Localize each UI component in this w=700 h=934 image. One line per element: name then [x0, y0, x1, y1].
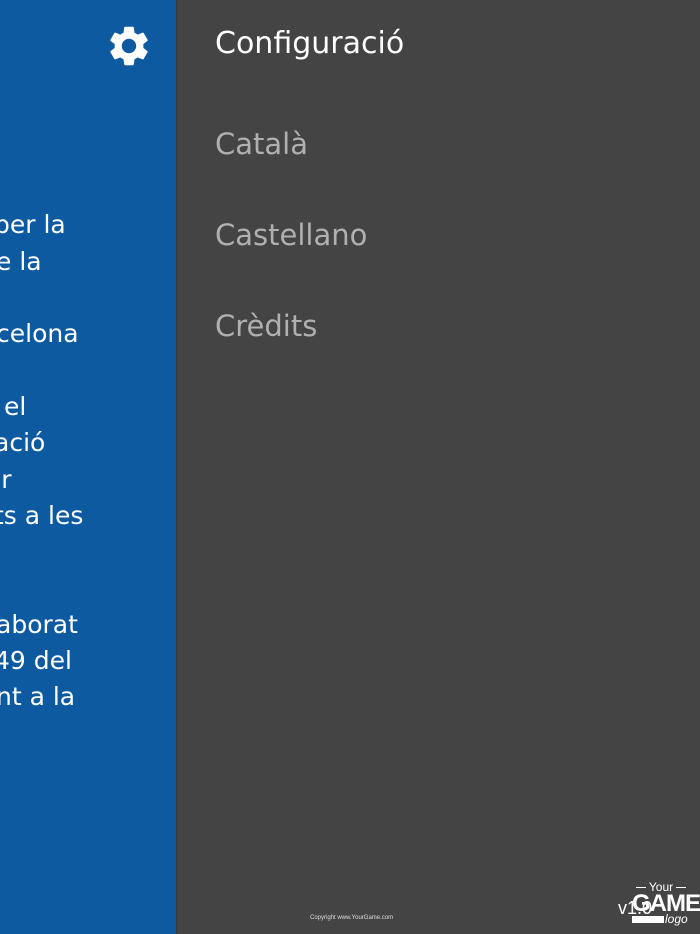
- body-line: or: [0, 465, 12, 494]
- body-line: per la: [0, 210, 66, 239]
- body-text: per la e la celona el ació or ts a les a…: [0, 0, 176, 934]
- logo-bar: [632, 916, 664, 923]
- app-screen: per la e la celona el ació or ts a les a…: [0, 0, 700, 934]
- menu-item-catala[interactable]: Català: [215, 124, 308, 164]
- content-panel: per la e la celona el ació or ts a les a…: [0, 0, 176, 934]
- game-logo: Your GAME logo: [630, 880, 700, 928]
- menu-title: Configuració: [215, 26, 405, 61]
- body-line: e la: [0, 247, 42, 276]
- menu-item-castellano[interactable]: Castellano: [215, 215, 367, 255]
- body-line: aborat: [0, 610, 78, 639]
- body-line: nt a la: [0, 682, 76, 711]
- copyright-text: Copyright www.YourGame.com: [310, 915, 394, 921]
- body-line: 49 del: [0, 646, 72, 675]
- logo-small: logo: [665, 912, 688, 926]
- settings-menu: Configuració Català Castellano Crèdits: [176, 0, 700, 934]
- body-line: ts a les: [0, 501, 84, 530]
- body-line: el: [4, 392, 27, 421]
- menu-item-credits[interactable]: Crèdits: [215, 306, 317, 346]
- body-line: celona: [0, 319, 79, 348]
- body-line: ació: [0, 428, 46, 457]
